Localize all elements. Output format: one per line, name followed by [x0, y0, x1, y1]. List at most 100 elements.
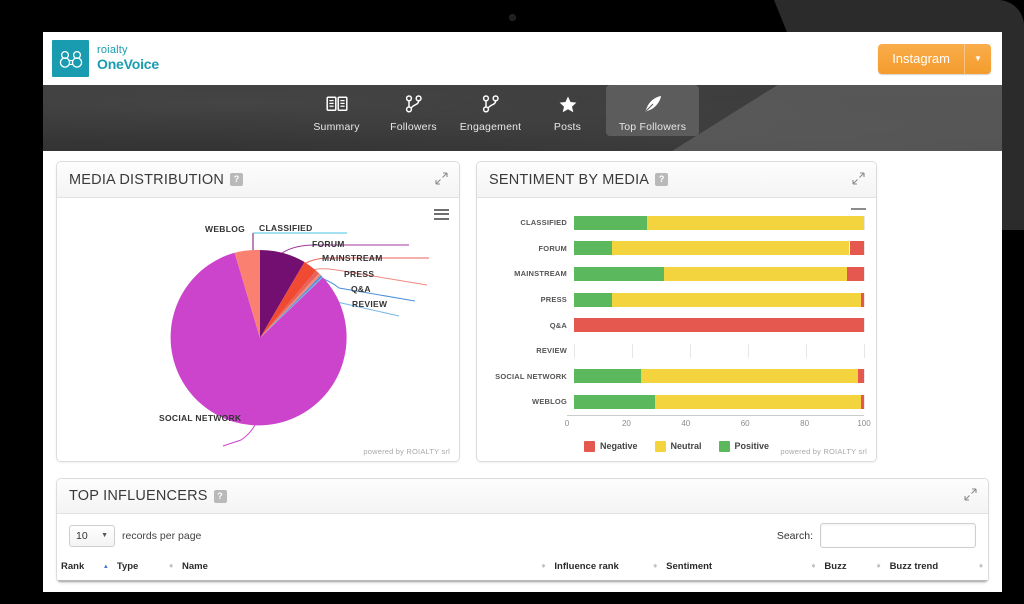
x-tick-label: 20 [621, 418, 631, 428]
panel-title: SENTIMENT BY MEDIA ? [489, 171, 669, 188]
legend-item-positive[interactable]: Positive [718, 440, 769, 452]
bar-row: PRESS [489, 287, 865, 313]
panel-footer-credit: powered by ROIALTY srl [780, 447, 867, 456]
table-header-label: Name [182, 561, 208, 572]
bar-segment-positive[interactable] [574, 369, 641, 384]
expand-icon[interactable] [435, 171, 448, 188]
nav-item-summary[interactable]: Summary [298, 85, 375, 136]
table-header-buzz[interactable]: Buzz ▲ ▼ [820, 554, 886, 582]
sort-arrows-icon[interactable]: ▲ ▼ [168, 563, 174, 570]
pie-label-press: PRESS [344, 269, 375, 279]
expand-icon[interactable] [964, 488, 977, 504]
help-icon[interactable]: ? [230, 173, 244, 186]
bar-segment-positive[interactable] [574, 292, 612, 307]
sort-arrows-icon[interactable]: ▲ ▼ [810, 563, 816, 570]
dashboard-content: MEDIA DISTRIBUTION ? WEBLOG CLASSIFIED F… [43, 151, 1002, 583]
bar-row: CLASSIFIED [489, 210, 865, 236]
records-per-page-value: 10 [76, 529, 88, 542]
panel-header: SENTIMENT BY MEDIA ? [477, 162, 876, 198]
bar-segment-negative[interactable] [861, 394, 864, 409]
nav-item-label: Posts [553, 121, 582, 133]
bar-segment-neutral[interactable] [663, 266, 847, 281]
nav-item-label: Summary [313, 121, 360, 133]
records-per-page-select[interactable]: 10 ▼ [69, 524, 115, 547]
table-header-influence-rank[interactable]: Influence rank ▲ ▼ [550, 554, 663, 582]
network-icon [481, 93, 501, 115]
help-icon[interactable]: ? [655, 173, 669, 186]
bar-segment-neutral[interactable] [611, 292, 862, 307]
table-header-inner: Buzz ▲ ▼ [824, 561, 881, 572]
search-input[interactable] [820, 523, 976, 548]
bar-segment-negative[interactable] [574, 318, 864, 333]
bar-segment-negative[interactable] [846, 266, 864, 281]
legend-item-negative[interactable]: Negative [583, 440, 638, 452]
bar-segment-neutral[interactable] [646, 215, 864, 230]
nav-item-posts[interactable]: Posts [529, 85, 606, 136]
table-header-label: Rank [61, 561, 85, 572]
table-header-buzz-trend[interactable]: Buzz trend ▲ ▼ [885, 554, 988, 582]
bar-segment-positive[interactable] [574, 241, 612, 256]
sort-arrows-icon[interactable]: ▲ ▼ [876, 563, 882, 570]
legend-label: Negative [599, 441, 638, 452]
records-per-page-control: 10 ▼ records per page [69, 524, 202, 547]
pie-label-qa: Q&A [351, 284, 371, 294]
gridline [864, 241, 865, 256]
sort-arrows-icon[interactable]: ▲ ▼ [978, 563, 984, 570]
gridline [864, 394, 865, 409]
panel-title: TOP INFLUENCERS ? [69, 488, 227, 504]
table-header-type[interactable]: Type ▲ ▼ [112, 554, 179, 582]
panel-title-text: SENTIMENT BY MEDIA [489, 171, 650, 188]
table-header-inner: Buzz trend ▲ ▼ [890, 561, 984, 572]
bar-segment-positive[interactable] [574, 394, 656, 409]
table-header-rank[interactable]: Rank ▲ [57, 554, 113, 582]
x-tick-label: 0 [564, 418, 570, 428]
nav-item-engagement[interactable]: Engagement [452, 85, 529, 136]
x-axis: 0 20 40 60 80 100 [564, 414, 871, 432]
expand-icon[interactable] [852, 171, 865, 188]
bar-track [574, 394, 865, 409]
bar-category-label: Q&A [549, 320, 567, 330]
bar-track [574, 241, 865, 256]
bar-row: REVIEW [489, 338, 865, 364]
help-icon[interactable]: ? [213, 489, 227, 503]
bar-category-label: SOCIAL NETWORK [495, 371, 567, 381]
gridline [632, 343, 633, 358]
bar-track [574, 292, 865, 307]
sort-arrows-icon[interactable]: ▲ ▼ [540, 563, 546, 570]
pie-label-forum: FORUM [312, 239, 345, 249]
bar-segment-negative[interactable] [858, 369, 864, 384]
records-per-page-label: records per page [122, 529, 202, 542]
panel-title-text: MEDIA DISTRIBUTION [69, 171, 225, 188]
bar-segment-negative[interactable] [849, 241, 864, 256]
bar-segment-neutral[interactable] [655, 394, 862, 409]
brand-logo[interactable]: roialty OneVoice [52, 40, 159, 77]
nav-item-top-followers[interactable]: Top Followers [606, 85, 699, 136]
chevron-down-icon[interactable]: ▼ [964, 43, 991, 74]
bar-segment-positive[interactable] [574, 266, 664, 281]
star-icon [558, 93, 578, 115]
bar-segment-neutral[interactable] [640, 369, 859, 384]
gridline [864, 343, 865, 358]
stacked-bar-chart: CLASSIFIED FORUM MAINSTREAM PRESS Q&A REVIEW S… [477, 198, 876, 432]
nav-items: Summary Followers Engagement Posts Top F… [43, 85, 1002, 151]
x-tick-label: 60 [740, 418, 750, 428]
table-header-label: Type [116, 561, 139, 572]
bar-segment-negative[interactable] [861, 292, 864, 307]
network-icon [404, 93, 424, 115]
legend-swatch [654, 440, 666, 452]
bar-segment-neutral[interactable] [611, 241, 850, 256]
table-header-sentiment[interactable]: Sentiment ▲ ▼ [662, 554, 821, 582]
panel-body: WEBLOG CLASSIFIED FORUM MAINSTREAM PRESS… [57, 198, 459, 461]
panel-sentiment-by-media: SENTIMENT BY MEDIA ? CLASSIFIED FORUM MA… [476, 161, 877, 462]
channel-selector-button[interactable]: Instagram ▼ [878, 43, 991, 74]
bar-row: FORUM [489, 236, 865, 262]
nav-item-followers[interactable]: Followers [375, 85, 452, 136]
gridline [864, 318, 865, 333]
table-header-name[interactable]: Name ▲ ▼ [178, 554, 551, 582]
nav-item-label: Followers [390, 121, 437, 133]
bar-rows: CLASSIFIED FORUM MAINSTREAM PRESS Q&A REVIEW S… [489, 210, 865, 415]
bar-segment-positive[interactable] [574, 215, 647, 230]
pie-label-mainstream: MAINSTREAM [322, 253, 383, 263]
legend-item-neutral[interactable]: Neutral [654, 440, 702, 452]
sort-arrows-icon[interactable]: ▲ ▼ [652, 563, 658, 570]
